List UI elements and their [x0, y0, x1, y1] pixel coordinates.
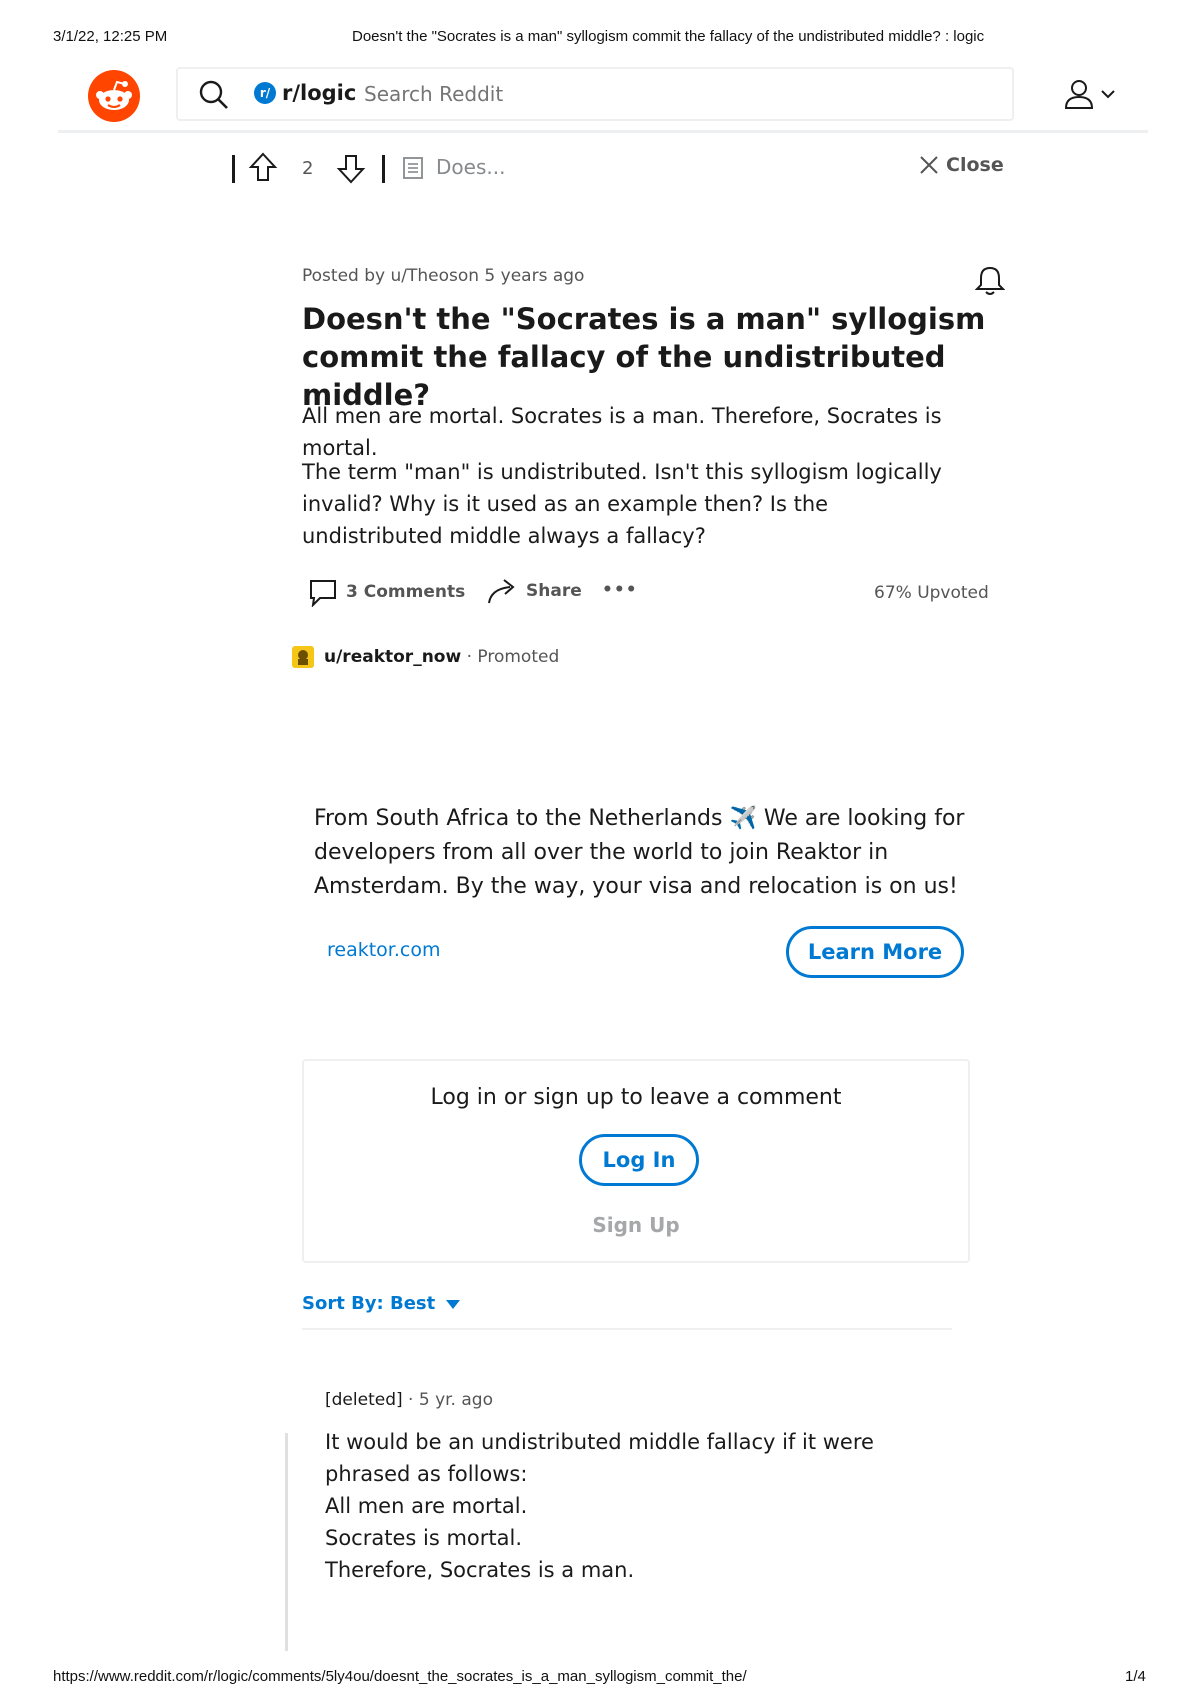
comment-time: 5 yr. ago — [418, 1390, 493, 1410]
login-button[interactable]: Log In — [579, 1134, 699, 1186]
login-prompt-text: Log in or sign up to leave a comment — [430, 1085, 842, 1110]
search-bar[interactable]: r/ r/logic — [176, 67, 1014, 121]
downvote-icon[interactable] — [336, 153, 366, 185]
comment-line: Therefore, Socrates is a man. — [325, 1558, 635, 1582]
user-menu-button[interactable] — [1064, 78, 1116, 110]
ad-text: From South Africa to the Netherlands ✈️ … — [314, 802, 1004, 904]
post-body-paragraph: The term "man" is undistributed. Isn't t… — [302, 460, 942, 548]
reddit-logo[interactable] — [88, 70, 140, 122]
comment-body: It would be an undistributed middle fall… — [325, 1426, 965, 1586]
comments-label: 3 Comments — [346, 582, 466, 602]
print-document-title: Doesn't the "Socrates is a man" syllogis… — [352, 28, 985, 45]
share-label: Share — [526, 581, 582, 601]
print-page-number: 1/4 — [1125, 1668, 1146, 1685]
bar-divider — [232, 155, 235, 183]
post-text-icon — [403, 157, 423, 179]
post-title: Doesn't the "Socrates is a man" syllogis… — [302, 302, 986, 412]
more-options-button[interactable]: ••• — [602, 580, 638, 600]
print-datetime: 3/1/22, 12:25 PM — [53, 28, 168, 45]
chevron-down-icon — [1101, 90, 1115, 99]
comment-thread-line[interactable] — [285, 1433, 288, 1651]
bell-icon[interactable] — [975, 264, 1005, 296]
upvote-ratio: 67% Upvoted — [874, 583, 989, 603]
sort-label: Sort By: Best — [302, 1293, 436, 1314]
comment-line: All men are mortal. — [325, 1494, 528, 1518]
reddit-alien-icon — [96, 80, 132, 110]
post-meta: Posted by u/Theoson 5 years ago — [302, 266, 585, 286]
comment-author: [deleted] — [325, 1390, 403, 1410]
ad-meta: u/reaktor_now · Promoted — [324, 647, 560, 667]
subreddit-filter-chip[interactable]: r/ r/logic — [254, 81, 356, 105]
user-icon — [1064, 80, 1094, 109]
airplane-emoji-icon: ✈️ — [729, 806, 757, 831]
sort-divider — [302, 1328, 952, 1330]
caret-down-icon — [446, 1299, 461, 1309]
close-label: Close — [946, 154, 1004, 176]
comments-button[interactable]: 3 Comments — [308, 577, 465, 607]
close-button[interactable]: Close — [918, 154, 1004, 176]
comment-icon — [310, 580, 336, 607]
sort-dropdown[interactable]: Sort By: Best — [302, 1293, 461, 1314]
ad-text-start: From South Africa to the Netherlands — [314, 806, 730, 831]
ad-user-link[interactable]: u/reaktor_now — [324, 647, 461, 667]
post-short-title: Does... — [436, 155, 506, 179]
learn-more-button[interactable]: Learn More — [786, 926, 964, 978]
search-input[interactable] — [362, 78, 966, 110]
upvote-icon[interactable] — [248, 151, 278, 183]
advertiser-avatar-icon — [298, 650, 308, 665]
search-icon — [199, 80, 228, 109]
subreddit-chip-icon: r/ — [254, 82, 276, 104]
subreddit-filter-label: r/logic — [282, 81, 357, 105]
share-icon — [488, 579, 515, 604]
header-divider — [58, 130, 1148, 133]
login-prompt-box: Log in or sign up to leave a comment Log… — [302, 1059, 970, 1263]
ad-domain-link[interactable]: reaktor.com — [327, 939, 441, 961]
signup-button[interactable]: Sign Up — [304, 1213, 968, 1237]
share-button[interactable]: Share — [486, 577, 582, 605]
comment-line: Socrates is mortal. — [325, 1526, 522, 1550]
comment-meta: [deleted] · 5 yr. ago — [325, 1390, 493, 1410]
print-url: https://www.reddit.com/r/logic/comments/… — [53, 1668, 747, 1685]
advertiser-avatar[interactable] — [292, 646, 314, 668]
bar-divider — [382, 155, 385, 183]
promoted-label: Promoted — [477, 647, 560, 667]
close-icon — [920, 156, 938, 174]
post-body-paragraph: All men are mortal. Socrates is a man. T… — [302, 404, 942, 460]
vote-count: 2 — [302, 158, 314, 179]
comment-line: It would be an undistributed middle fall… — [325, 1430, 874, 1486]
